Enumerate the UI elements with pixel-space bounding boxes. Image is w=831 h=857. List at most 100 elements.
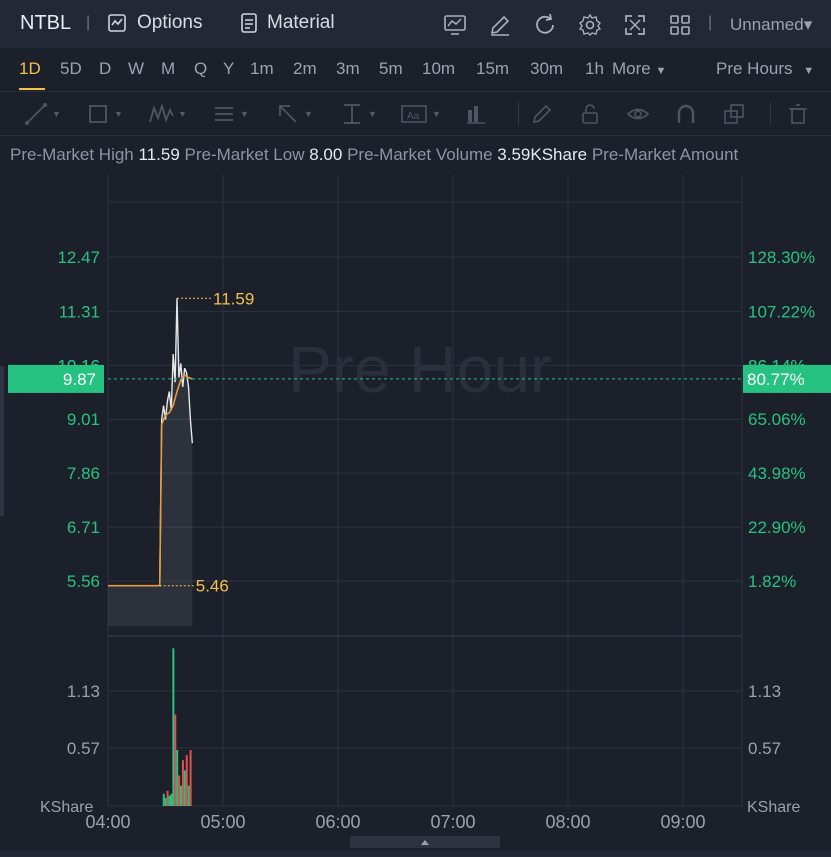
volume-bar [174,714,177,806]
period-d[interactable]: D [99,59,111,79]
workspace-dropdown[interactable]: Unnamed▾ [730,15,812,35]
period-m[interactable]: M [161,59,175,79]
volume-bar [187,785,190,806]
series-layer [108,298,194,626]
active-period-indicator [19,88,45,90]
text-tool[interactable]: Aa ▼ [400,100,441,128]
caret-down-icon: ▼ [114,109,123,119]
high-value: 11.59 [138,145,180,164]
volume-bar [166,790,169,806]
pattern-tool[interactable]: ▼ [148,100,187,128]
refresh-icon[interactable] [533,13,557,37]
session-dropdown[interactable]: Pre Hours ▼ [716,59,814,79]
period-30m[interactable]: 30m [530,59,563,79]
low-label: Pre-Market Low [184,145,305,164]
period-3m[interactable]: 3m [336,59,360,79]
time-tick-label: 08:00 [545,812,590,832]
high-label: Pre-Market High [10,145,134,164]
divider [770,100,771,128]
period-2m[interactable]: 2m [293,59,317,79]
monitor-chart-icon[interactable] [443,13,467,37]
measure-tool[interactable]: ▼ [340,100,377,128]
chevron-down-icon: ▾ [803,15,813,34]
watermark-text: Pre Hour [288,332,552,406]
layout-grid-icon[interactable] [668,13,692,37]
time-axis: 04:00 05:00 06:00 07:00 08:00 09:00 [85,812,705,832]
price-volume-chart[interactable]: Pre Hour 12.4711.3110.169.017.866.715.56… [0,174,831,857]
time-tick-label: 07:00 [430,812,475,832]
period-y[interactable]: Y [223,59,234,79]
magnet-tool[interactable] [674,100,698,128]
volume-tick-label: 0.57 [67,739,100,758]
visibility-tool[interactable] [626,100,650,128]
trend-line-tool[interactable]: ▼ [24,100,61,128]
fibonacci-icon [215,107,233,121]
drawing-toolbar: ▼ ▼ ▼ ▼ ▼ ▼ Aa ▼ [0,92,831,136]
volume-bar [168,795,171,806]
volume-bar [183,770,186,806]
options-label: Options [137,12,203,33]
premarket-stats: Pre-Market High 11.59 Pre-Market Low 8.0… [10,145,738,165]
time-tick-label: 09:00 [660,812,705,832]
caret-down-icon: ▼ [178,109,187,119]
rectangle-tool[interactable]: ▼ [86,100,123,128]
period-w[interactable]: W [128,59,144,79]
period-10m[interactable]: 10m [422,59,455,79]
more-dropdown[interactable]: More ▼ [612,59,666,79]
layers-tool[interactable] [722,100,746,128]
caret-down-icon: ▼ [52,109,61,119]
low-value: 8.00 [309,145,343,164]
pencil-icon [532,104,552,124]
pct-tick-label: 65.06% [748,410,806,429]
chart-area[interactable]: Pre Hour 12.4711.3110.169.017.866.715.56… [0,174,831,857]
period-15m[interactable]: 15m [476,59,509,79]
fullscreen-icon[interactable] [623,13,647,37]
volume-bar [178,775,181,806]
magnet-icon [677,104,695,123]
volume-tick-label: 0.57 [748,739,781,758]
material-button[interactable]: Material [239,12,335,34]
trash-icon [789,104,807,124]
price-tick-label: 12.47 [57,248,100,267]
lock-tool[interactable] [578,100,602,128]
pct-tick-label: 22.90% [748,518,806,537]
volume-bar [176,750,179,806]
period-bar: 1D 5D D W M Q Y 1m 2m 3m 5m 10m 15m 30m … [0,48,831,92]
edit-icon[interactable] [488,13,512,37]
period-1d[interactable]: 1D [19,59,41,79]
period-1m[interactable]: 1m [250,59,274,79]
measure-icon [344,104,360,124]
price-tick-label: 6.71 [67,518,100,537]
separator: | [86,14,91,31]
session-label: Pre Hours [716,59,793,78]
arrow-tool[interactable]: ▼ [276,100,313,128]
left-panel-handle[interactable] [0,366,4,516]
rectangle-icon [89,105,107,123]
caret-down-icon: ▼ [304,109,313,119]
document-icon [241,13,257,33]
volume-bar [164,797,167,806]
current-pct-label: 80.77% [747,370,805,389]
low-marker-label: 5.46 [196,577,229,596]
indicator-tool[interactable] [464,100,488,128]
options-button[interactable]: Options [107,12,202,34]
caret-down-icon: ▼ [368,109,377,119]
period-q[interactable]: Q [194,59,207,79]
eye-icon [626,108,650,120]
period-5m[interactable]: 5m [379,59,403,79]
pattern-icon [149,102,174,123]
grid [107,174,743,807]
price-area [108,298,193,626]
delete-tool[interactable] [786,100,810,128]
gear-icon[interactable] [578,13,602,37]
brush-tool[interactable] [530,100,554,128]
symbol-title[interactable]: NTBL [20,12,71,35]
pct-axis-right: 128.30%107.22%86.14%65.06%43.98%22.90%1.… [748,248,815,591]
layers-icon [724,104,744,124]
volume-bar [180,785,183,806]
period-1h[interactable]: 1h [585,59,604,79]
volume-unit-left: KShare [40,799,93,816]
period-5d[interactable]: 5D [60,59,82,79]
caret-down-icon: ▼ [240,109,249,119]
fibonacci-tool[interactable]: ▼ [212,100,249,128]
